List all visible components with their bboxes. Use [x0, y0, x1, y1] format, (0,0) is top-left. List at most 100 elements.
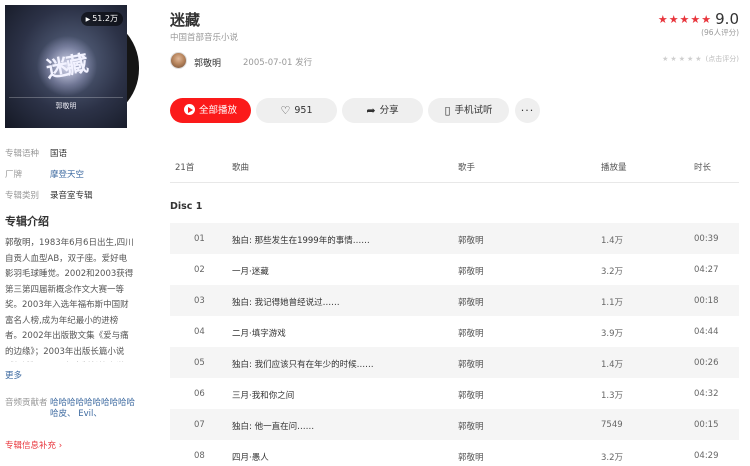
album-cover[interactable]: 迷藏 郭敬明 ▶ 51.2万	[5, 5, 127, 128]
track-row[interactable]: 07 独白: 他一直在问…… 郭敬明 7549 00:15	[170, 409, 739, 440]
contributors-label: 音频贡献者	[5, 398, 48, 408]
meta-key: 专辑类别	[5, 191, 40, 201]
track-plays: 7549	[601, 420, 623, 430]
track-artist[interactable]: 郭敬明	[458, 265, 484, 277]
col-artist: 歌手	[458, 163, 476, 173]
track-number: 06	[194, 389, 205, 399]
track-plays: 1.4万	[601, 360, 624, 370]
album-sidebar: 迷藏 郭敬明 ▶ 51.2万 专辑语种 国语 厂牌 摩登天空 专辑类别 录音室专辑 专辑…	[0, 0, 140, 466]
phone-listen-label: 手机试听	[454, 105, 493, 116]
track-number: 03	[194, 296, 205, 306]
meta-row-label: 厂牌 摩登天空	[5, 168, 135, 189]
track-plays: 1.1万	[601, 298, 624, 308]
play-all-button[interactable]: 全部播放	[170, 98, 251, 123]
supplement-info-link[interactable]: 专辑信息补充 ›	[5, 439, 62, 451]
track-row[interactable]: 01 独白: 那些发生在1999年的事情…… 郭敬明 1.4万 00:39	[170, 223, 739, 254]
track-number: 02	[194, 265, 205, 275]
track-duration: 00:18	[694, 296, 719, 306]
more-button[interactable]: ···	[515, 98, 540, 123]
cover-divider	[9, 97, 123, 98]
meta-row-language: 专辑语种 国语	[5, 147, 135, 168]
rating-stars-icon: ★★★★★	[657, 12, 713, 26]
track-duration: 04:27	[694, 265, 719, 275]
album-meta: 专辑语种 国语 厂牌 摩登天空 专辑类别 录音室专辑	[5, 147, 135, 210]
track-duration: 00:26	[694, 358, 719, 368]
col-plays: 播放量	[601, 163, 627, 173]
meta-value: 国语	[50, 149, 68, 159]
track-number: 04	[194, 327, 205, 337]
track-number: 01	[194, 234, 205, 244]
contributors-links[interactable]: 哈哈哈哈哈哈哈哈哈哈哈皮、 Evil、	[50, 398, 136, 420]
track-plays: 1.3万	[601, 391, 624, 401]
album-subtitle: 中国首部音乐小说	[170, 33, 239, 43]
rating-summary: ★★★★★ 9.0	[657, 10, 739, 28]
track-title[interactable]: 独白: 他一直在问……	[232, 420, 314, 432]
intro-more-link[interactable]: 更多	[5, 369, 22, 381]
empty-stars-icon[interactable]: ★★★★★	[662, 55, 703, 63]
track-number: 07	[194, 420, 205, 430]
phone-listen-button[interactable]: ▯ 手机试听	[428, 98, 509, 123]
track-artist[interactable]: 郭敬明	[458, 234, 484, 246]
track-artist[interactable]: 郭敬明	[458, 296, 484, 308]
meta-key: 厂牌	[5, 170, 23, 180]
artist-name-link[interactable]: 郭敬明	[194, 56, 221, 69]
artist-avatar[interactable]	[170, 52, 187, 69]
play-circle-icon	[183, 104, 195, 115]
label-link[interactable]: 摩登天空	[50, 170, 84, 180]
track-count: 21首	[175, 163, 195, 173]
track-plays: 3.2万	[601, 267, 624, 277]
track-table-header: 21首 歌曲 歌手 播放量 时长	[170, 150, 739, 183]
col-song: 歌曲	[232, 163, 250, 173]
share-label: 分享	[379, 105, 399, 116]
more-icon: ···	[520, 104, 535, 117]
rate-hint: (点击评分)	[705, 55, 739, 63]
track-row[interactable]: 06 三月·我和你之间 郭敬明 1.3万 04:32	[170, 378, 739, 409]
rating-count: (96人评分)	[701, 28, 739, 37]
cover-artist-name: 郭敬明	[55, 102, 77, 110]
track-artist[interactable]: 郭敬明	[458, 327, 484, 339]
like-button[interactable]: ♡ 951	[256, 98, 337, 123]
track-artist[interactable]: 郭敬明	[458, 358, 484, 370]
track-plays: 3.9万	[601, 329, 624, 339]
track-list: 01 独白: 那些发生在1999年的事情…… 郭敬明 1.4万 00:39 02…	[170, 223, 739, 466]
track-duration: 04:44	[694, 327, 719, 337]
phone-icon: ▯	[444, 104, 451, 117]
track-artist[interactable]: 郭敬明	[458, 451, 484, 463]
track-title[interactable]: 独白: 我记得她曾经说过……	[232, 296, 340, 308]
track-row[interactable]: 04 二月·填字游戏 郭敬明 3.9万 04:44	[170, 316, 739, 347]
track-title[interactable]: 独白: 我们应该只有在年少的时候……	[232, 358, 374, 370]
track-number: 05	[194, 358, 205, 368]
track-duration: 04:29	[694, 451, 719, 461]
album-title: 迷藏	[170, 11, 201, 29]
track-row[interactable]: 05 独白: 我们应该只有在年少的时候…… 郭敬明 1.4万 00:26	[170, 347, 739, 378]
track-row[interactable]: 03 独白: 我记得她曾经说过…… 郭敬明 1.1万 00:18	[170, 285, 739, 316]
track-row[interactable]: 02 一月·迷藏 郭敬明 3.2万 04:27	[170, 254, 739, 285]
album-cover-area[interactable]: 迷藏 郭敬明 ▶ 51.2万	[5, 5, 139, 128]
play-count-badge: ▶ 51.2万	[80, 12, 123, 26]
play-count-icon: ▶	[85, 16, 91, 23]
track-duration: 00:39	[694, 234, 719, 244]
track-duration: 04:32	[694, 389, 719, 399]
track-artist[interactable]: 郭敬明	[458, 389, 484, 401]
heart-icon: ♡	[280, 104, 291, 117]
track-title[interactable]: 三月·我和你之间	[232, 389, 294, 401]
cover-title-art: 迷藏	[44, 51, 89, 84]
meta-value: 录音室专辑	[50, 191, 93, 201]
track-title[interactable]: 独白: 那些发生在1999年的事情……	[232, 234, 370, 246]
share-icon: ➦	[366, 104, 376, 117]
track-artist[interactable]: 郭敬明	[458, 420, 484, 432]
disc-label: Disc 1	[170, 201, 203, 212]
track-row[interactable]: 08 四月·愚人 郭敬明 3.2万 04:29	[170, 440, 739, 466]
col-duration: 时长	[694, 163, 712, 173]
track-title[interactable]: 二月·填字游戏	[232, 327, 286, 339]
rating-score: 9.0	[715, 10, 739, 28]
play-all-label: 全部播放	[198, 105, 237, 116]
my-rating[interactable]: ★★★★★ (点击评分)	[662, 54, 739, 64]
track-title[interactable]: 一月·迷藏	[232, 265, 269, 277]
intro-heading: 专辑介绍	[5, 215, 49, 228]
meta-row-category: 专辑类别 录音室专辑	[5, 189, 135, 210]
intro-text: 郭敬明，1983年6月6日出生,四川自贡人血型AB，双子座。爱好电影羽毛球睡觉。…	[5, 238, 134, 357]
share-button[interactable]: ➦ 分享	[342, 98, 423, 123]
track-title[interactable]: 四月·愚人	[232, 451, 269, 463]
release-date: 2005-07-01 发行	[243, 58, 313, 68]
